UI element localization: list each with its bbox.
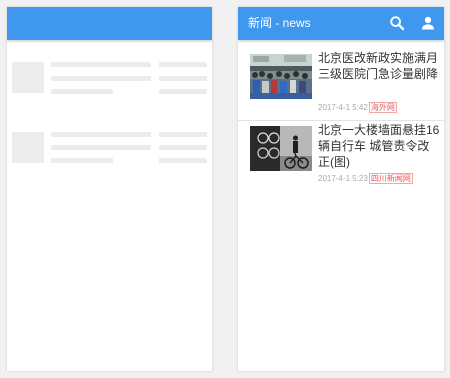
search-icon[interactable] [389,15,405,31]
news-item[interactable]: 北京一大楼墙面悬挂16辆自行车 城管责令改正(图) 2017-4-1 5:23 四… [238,121,444,191]
skeleton-thumb [12,62,44,93]
skeleton-line [159,76,207,81]
skeleton-thumb [12,132,44,163]
bicycles-on-wall-photo [250,126,312,171]
skeleton-line [159,145,207,150]
app-bar: 新闻 - news [238,7,444,40]
news-thumbnail [250,54,312,99]
news-source-badge: 四川新闻网 [368,173,413,184]
news-title: 北京医改新政实施满月 三级医院门急诊量剧降 [318,51,439,81]
app-title: 新闻 - news [248,16,311,30]
news-title: 北京一大楼墙面悬挂16辆自行车 城管责令改正(图) [318,123,440,169]
skeleton-line [159,89,207,94]
news-meta: 2017-4-1 5:23 四川新闻网 [318,173,413,184]
skeleton-line [51,62,151,67]
skeleton-line [159,158,207,163]
loading-screen [7,7,212,371]
skeleton-line [51,145,151,150]
news-thumbnail [250,126,312,171]
app-bar [7,7,212,40]
skeleton-line [51,89,113,94]
hospital-crowd-photo [250,54,312,99]
news-screen: 新闻 - news 北京医改新政实施满月 三级医院门急诊量剧降 2017-4-1… [238,7,444,371]
news-meta: 2017-4-1 5:42 海外网 [318,102,397,113]
account-icon[interactable] [420,15,436,31]
skeleton-line [51,76,151,81]
skeleton-line [159,132,207,137]
skeleton-line [51,132,151,137]
news-time: 2017-4-1 5:23 [318,174,368,183]
skeleton-line [51,158,113,163]
news-source-badge: 海外网 [368,102,397,113]
skeleton-line [159,62,207,67]
news-item[interactable]: 北京医改新政实施满月 三级医院门急诊量剧降 2017-4-1 5:42 海外网 [238,47,444,117]
news-time: 2017-4-1 5:42 [318,103,368,112]
